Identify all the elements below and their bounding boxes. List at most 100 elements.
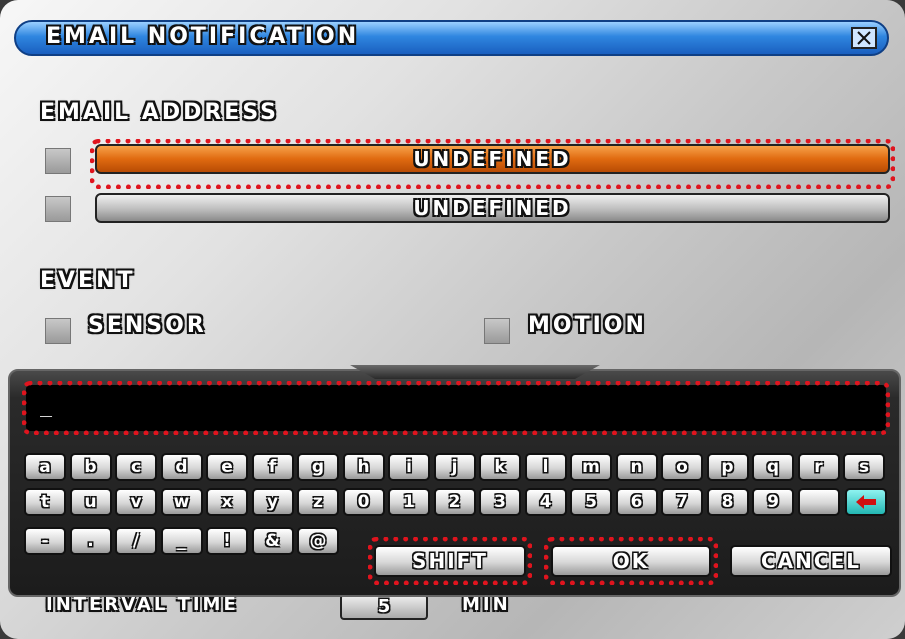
key-row2-12[interactable]: 5 (570, 488, 612, 516)
key-row1-6[interactable]: g (297, 453, 339, 481)
key-row1-12[interactable]: m (570, 453, 612, 481)
key-label: 0 (357, 492, 370, 512)
interval-time-field[interactable]: 5 (340, 594, 428, 620)
close-icon (857, 31, 871, 45)
backspace-key[interactable] (845, 488, 887, 516)
key-row1-1[interactable]: b (69, 453, 112, 481)
key-row2-0[interactable]: t (24, 488, 66, 516)
key-label: _ (177, 531, 186, 551)
key-row1-3[interactable]: d (160, 453, 203, 481)
key-row3-0[interactable]: - (24, 527, 66, 555)
key-label: q (766, 457, 780, 477)
key-row2-15[interactable]: 8 (706, 488, 749, 516)
key-row2-7[interactable]: 0 (342, 488, 385, 516)
key-row2-16[interactable]: 9 (752, 488, 794, 516)
cancel-label: CANCEL (761, 549, 861, 573)
key-label: 7 (676, 492, 688, 512)
key-row2-10[interactable]: 3 (479, 488, 521, 516)
key-label: ! (223, 531, 231, 551)
space-key[interactable] (798, 488, 840, 516)
email-address-field-2[interactable]: UNDEFINED (95, 193, 890, 223)
key-label: 9 (767, 492, 779, 512)
key-row1-5[interactable]: f (251, 453, 294, 481)
key-row2-4[interactable]: x (206, 488, 248, 516)
key-row1-18[interactable]: s (843, 453, 885, 481)
key-row1-11[interactable]: l (524, 453, 567, 481)
key-label: x (221, 492, 233, 512)
key-row3-2[interactable]: / (115, 527, 157, 555)
motion-label: MOTION (528, 313, 647, 338)
email-field-focus-outline (90, 139, 895, 189)
key-row2-13[interactable]: 6 (615, 488, 658, 516)
key-row1-7[interactable]: h (342, 453, 385, 481)
key-label: v (130, 492, 142, 512)
key-label: a (39, 457, 51, 477)
key-label: f (268, 457, 277, 477)
key-label: 8 (721, 492, 734, 512)
key-row2-1[interactable]: u (69, 488, 112, 516)
key-label: 1 (403, 492, 415, 512)
key-row1-9[interactable]: j (433, 453, 476, 481)
key-row1-2[interactable]: c (115, 453, 157, 481)
key-label: b (84, 457, 97, 477)
key-label: y (266, 492, 279, 512)
key-row3-5[interactable]: & (251, 527, 294, 555)
key-label: k (494, 457, 506, 477)
email-2-checkbox[interactable] (45, 196, 71, 222)
key-row1-8[interactable]: i (388, 453, 430, 481)
sensor-label: SENSOR (88, 313, 207, 338)
key-label: h (357, 457, 370, 477)
key-row2-2[interactable]: v (115, 488, 157, 516)
key-row1-16[interactable]: q (752, 453, 794, 481)
key-row1-13[interactable]: n (615, 453, 658, 481)
ok-focus-outline (544, 537, 718, 585)
key-row2-11[interactable]: 4 (524, 488, 567, 516)
email-notification-dialog: EMAIL NOTIFICATION EMAIL ADDRESS UNDEFIN… (0, 0, 905, 639)
key-row1-14[interactable]: o (661, 453, 703, 481)
key-row2-6[interactable]: z (297, 488, 339, 516)
key-label: & (265, 531, 280, 551)
key-label: . (87, 531, 94, 551)
key-label: u (84, 492, 97, 512)
key-label: m (582, 457, 600, 477)
key-label: e (221, 457, 233, 477)
key-row3-3[interactable]: _ (160, 527, 203, 555)
key-row3-6[interactable]: @ (297, 527, 339, 555)
key-row2-14[interactable]: 7 (661, 488, 703, 516)
key-row2-8[interactable]: 1 (388, 488, 430, 516)
key-label: 5 (585, 492, 597, 512)
title-bar: EMAIL NOTIFICATION (14, 20, 889, 56)
key-row1-15[interactable]: p (706, 453, 749, 481)
input-focus-outline (22, 381, 890, 435)
key-row1-10[interactable]: k (479, 453, 521, 481)
key-label: r (814, 457, 823, 477)
key-row1-0[interactable]: a (24, 453, 66, 481)
key-row2-3[interactable]: w (160, 488, 203, 516)
motion-checkbox[interactable] (484, 318, 510, 344)
key-row3-1[interactable]: . (69, 527, 112, 555)
close-button[interactable] (851, 27, 877, 49)
interval-unit-label: MIN (462, 594, 511, 615)
key-label: t (40, 492, 50, 512)
key-row1-4[interactable]: e (206, 453, 248, 481)
key-label: @ (309, 531, 327, 551)
key-label: o (676, 457, 688, 477)
key-row1-17[interactable]: r (797, 453, 840, 481)
key-label: z (313, 492, 323, 512)
key-row2-9[interactable]: 2 (433, 488, 476, 516)
event-label: EVENT (40, 268, 136, 293)
key-label: s (858, 457, 870, 477)
key-row3-4[interactable]: ! (206, 527, 248, 555)
key-label: 6 (630, 492, 643, 512)
key-label: w (173, 492, 190, 512)
sensor-checkbox[interactable] (45, 318, 71, 344)
email-1-checkbox[interactable] (45, 148, 71, 174)
key-label: / (132, 531, 140, 551)
key-row2-5[interactable]: y (251, 488, 294, 516)
key-label: 4 (539, 492, 552, 512)
interval-time-value: 5 (377, 596, 391, 617)
email-address-label: EMAIL ADDRESS (40, 100, 280, 125)
email-address-value-2: UNDEFINED (413, 196, 572, 220)
key-label: p (721, 457, 734, 477)
cancel-key[interactable]: CANCEL (730, 545, 892, 577)
